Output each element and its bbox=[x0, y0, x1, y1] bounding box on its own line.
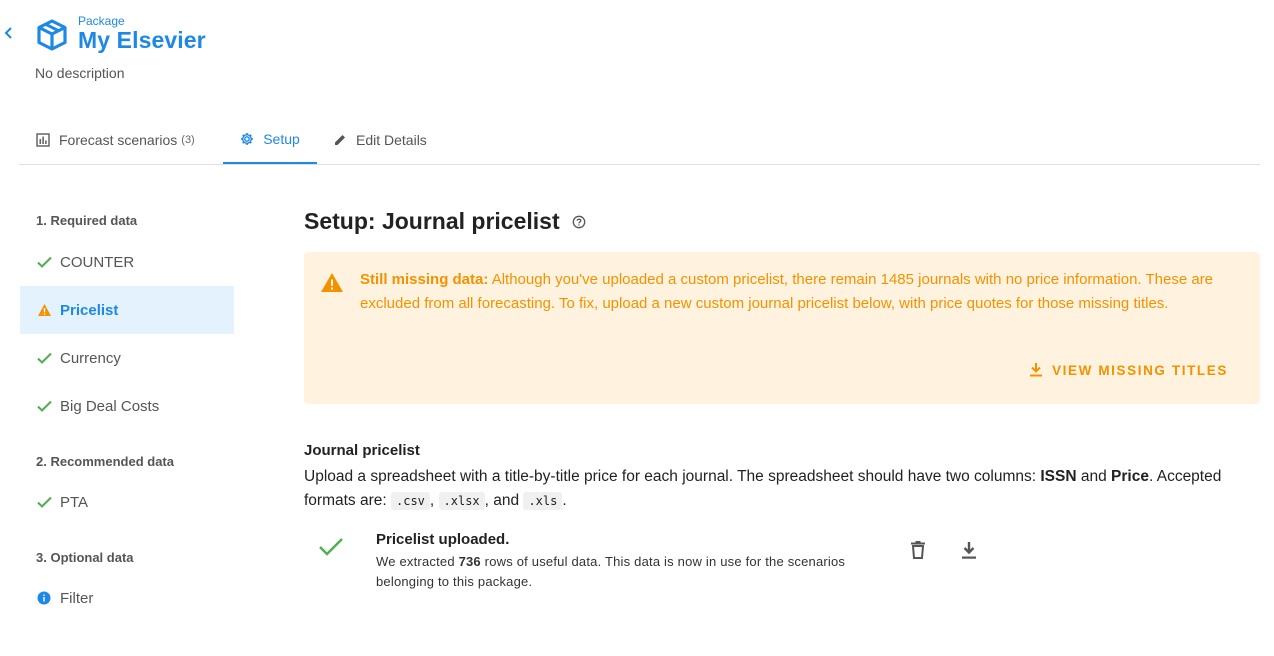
section-required-data: 1. Required data bbox=[36, 213, 138, 228]
bar-chart-icon bbox=[36, 133, 50, 147]
section-title: Setup: Journal pricelist bbox=[304, 208, 560, 234]
desc-text: and bbox=[1076, 468, 1112, 485]
sidebar-item-big-deal-costs[interactable]: Big Deal Costs bbox=[20, 382, 234, 430]
warning-icon bbox=[36, 302, 52, 318]
button-label: VIEW MISSING TITLES bbox=[1052, 362, 1228, 378]
sidebar-item-counter[interactable]: COUNTER bbox=[20, 238, 234, 286]
journal-pricelist-title: Journal pricelist bbox=[304, 442, 420, 459]
check-icon bbox=[36, 254, 52, 270]
missing-data-alert: Still missing data: Although you've uplo… bbox=[304, 252, 1260, 404]
sidebar-item-label: PTA bbox=[60, 493, 89, 511]
tab-label: Edit Details bbox=[356, 132, 427, 148]
sidebar-item-label: COUNTER bbox=[60, 253, 135, 271]
alert-bold: Still missing data: bbox=[360, 271, 489, 288]
tab-setup[interactable]: Setup bbox=[223, 116, 317, 164]
gear-icon bbox=[240, 132, 254, 146]
journal-pricelist-description: Upload a spreadsheet with a title-by-tit… bbox=[304, 465, 1260, 513]
desc-text: , and bbox=[484, 492, 524, 509]
upload-status-description: We extracted 736 rows of useful data. Th… bbox=[376, 552, 896, 592]
info-icon bbox=[36, 590, 52, 606]
tab-label: Setup bbox=[263, 131, 300, 147]
tab-label: Forecast scenarios bbox=[59, 132, 178, 148]
sidebar-item-label: Pricelist bbox=[60, 301, 119, 319]
section-optional-data: 3. Optional data bbox=[36, 550, 134, 565]
check-icon bbox=[318, 537, 344, 562]
alert-message: Still missing data: Although you've uplo… bbox=[360, 268, 1240, 316]
help-icon[interactable] bbox=[572, 215, 586, 229]
alert-body: Although you've uploaded a custom pricel… bbox=[360, 271, 1214, 312]
package-description: No description bbox=[35, 65, 125, 81]
pencil-icon bbox=[333, 133, 347, 147]
sidebar-item-filter[interactable]: Filter bbox=[20, 574, 234, 622]
section-recommended-data: 2. Recommended data bbox=[36, 454, 174, 469]
check-icon bbox=[36, 494, 52, 510]
desc-text: , bbox=[429, 492, 439, 509]
main-heading: Setup: Journal pricelist bbox=[304, 208, 586, 235]
tab-count: (3) bbox=[181, 134, 195, 146]
download-pricelist-button[interactable] bbox=[957, 538, 981, 562]
trash-icon bbox=[911, 541, 925, 559]
column-price: Price bbox=[1111, 468, 1149, 485]
upload-status-title: Pricelist uploaded. bbox=[376, 531, 510, 548]
download-icon bbox=[962, 541, 976, 559]
back-button[interactable] bbox=[0, 22, 18, 44]
tab-forecast-scenarios[interactable]: Forecast scenarios (3) bbox=[36, 116, 195, 164]
column-issn: ISSN bbox=[1040, 468, 1077, 485]
tab-edit-details[interactable]: Edit Details bbox=[333, 116, 427, 164]
format-csv: .csv bbox=[391, 492, 430, 510]
warning-icon bbox=[320, 272, 344, 298]
sidebar-item-label: Currency bbox=[60, 349, 121, 367]
package-kicker: Package bbox=[78, 14, 125, 28]
sidebar-item-pricelist[interactable]: Pricelist bbox=[20, 286, 234, 334]
page-title: My Elsevier bbox=[78, 27, 206, 53]
sidebar-item-label: Big Deal Costs bbox=[60, 397, 160, 415]
tab-bar: Forecast scenarios (3) Setup Edit Detail… bbox=[19, 116, 1260, 165]
view-missing-titles-button[interactable]: VIEW MISSING TITLES bbox=[1030, 358, 1228, 382]
download-icon bbox=[1030, 363, 1043, 377]
format-xlsx: .xlsx bbox=[438, 492, 485, 510]
sidebar-item-pta[interactable]: PTA bbox=[20, 478, 234, 526]
desc-text: We extracted bbox=[376, 554, 459, 569]
delete-pricelist-button[interactable] bbox=[906, 538, 930, 562]
desc-text: Upload a spreadsheet with a title-by-tit… bbox=[304, 468, 1041, 485]
check-icon bbox=[36, 350, 52, 366]
row-count: 736 bbox=[458, 554, 481, 569]
check-icon bbox=[36, 398, 52, 414]
desc-text: . bbox=[562, 492, 567, 509]
chevron-left-icon bbox=[4, 27, 12, 39]
sidebar-item-label: Filter bbox=[60, 589, 94, 607]
package-icon bbox=[35, 18, 69, 52]
sidebar-item-currency[interactable]: Currency bbox=[20, 334, 234, 382]
format-xls: .xls bbox=[523, 492, 563, 510]
